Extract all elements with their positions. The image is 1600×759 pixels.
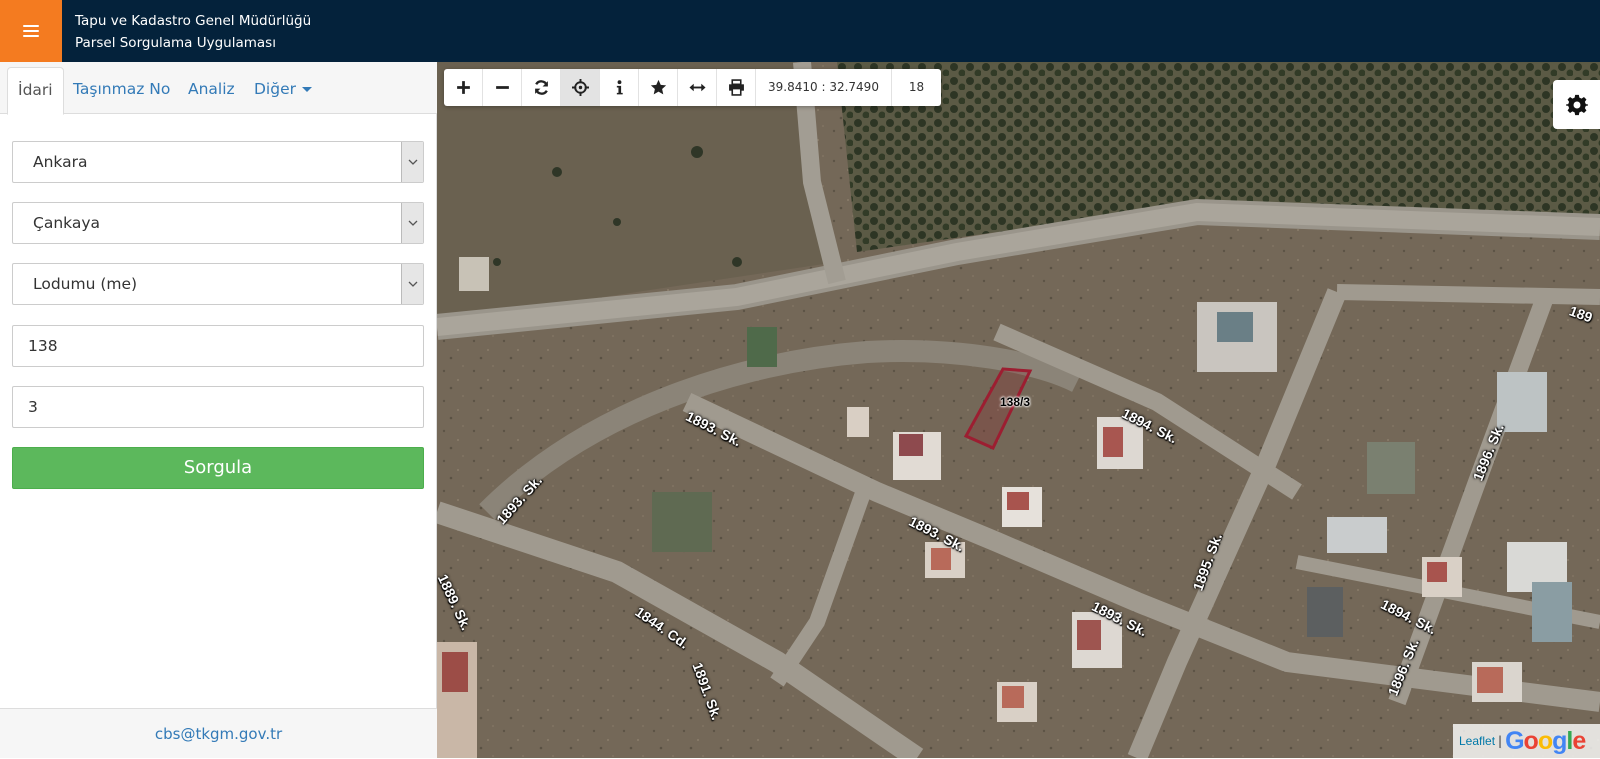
google-logo: Google bbox=[1505, 726, 1586, 755]
chevron-down-icon bbox=[401, 142, 423, 182]
satellite-imagery bbox=[437, 62, 1600, 758]
chevron-down-icon bbox=[401, 203, 423, 243]
chevron-down-icon bbox=[401, 264, 423, 304]
caret-down-icon bbox=[302, 87, 312, 92]
query-button[interactable]: Sorgula bbox=[12, 447, 424, 489]
zoom-level-display: 18 bbox=[908, 80, 925, 94]
tab-analiz[interactable]: Analiz bbox=[188, 67, 235, 115]
coordinate-display: 39.8410 : 32.7490 bbox=[756, 69, 892, 106]
app-header: Tapu ve Kadastro Genel Müdürlüğü Parsel … bbox=[0, 0, 1600, 62]
tab-diger-label: Diğer bbox=[254, 80, 296, 98]
app-title: Tapu ve Kadastro Genel Müdürlüğü Parsel … bbox=[75, 10, 311, 54]
parcel-label: 138/3 bbox=[1000, 395, 1031, 409]
block-no-value: 138 bbox=[28, 337, 58, 355]
tab-idari[interactable]: İdari bbox=[7, 67, 64, 115]
map-view[interactable]: 138/3 1893. Sk. 1893. Sk. 1893. Sk. 1893… bbox=[437, 62, 1600, 758]
print-icon bbox=[728, 79, 744, 96]
locate-button[interactable] bbox=[561, 69, 600, 106]
refresh-icon bbox=[534, 80, 548, 95]
province-value: Ankara bbox=[33, 153, 88, 171]
hamburger-icon bbox=[23, 25, 39, 37]
locate-icon bbox=[571, 79, 589, 96]
app-name: Parsel Sorgulama Uygulaması bbox=[75, 35, 276, 51]
tab-diger[interactable]: Diğer bbox=[254, 67, 312, 115]
province-select[interactable]: Ankara bbox=[12, 141, 424, 183]
measure-button[interactable] bbox=[678, 69, 717, 106]
info-button[interactable] bbox=[600, 69, 639, 106]
map-toolbar: 39.8410 : 32.7490 18 bbox=[444, 69, 941, 106]
menu-button[interactable] bbox=[0, 0, 62, 62]
measure-icon bbox=[688, 83, 706, 92]
sidebar: İdari Taşınmaz No Analiz Diğer Ankara Ça… bbox=[0, 62, 437, 758]
district-value: Çankaya bbox=[33, 214, 101, 232]
gear-icon bbox=[1565, 94, 1588, 115]
neighborhood-value: Lodumu (me) bbox=[33, 275, 138, 293]
print-button[interactable] bbox=[717, 69, 756, 106]
tab-tasinmaz-no[interactable]: Taşınmaz No bbox=[73, 67, 170, 115]
tab-bar: İdari Taşınmaz No Analiz Diğer bbox=[0, 62, 437, 115]
block-no-input[interactable]: 138 bbox=[12, 325, 424, 367]
contact-email-link[interactable]: cbs@tkgm.gov.tr bbox=[155, 725, 282, 743]
refresh-button[interactable] bbox=[522, 69, 561, 106]
star-icon bbox=[650, 79, 666, 95]
zoom-in-icon bbox=[456, 81, 470, 94]
settings-button[interactable] bbox=[1553, 80, 1600, 129]
neighborhood-select[interactable]: Lodumu (me) bbox=[12, 263, 424, 305]
map-attribution: Leaflet | Google bbox=[1453, 724, 1600, 758]
parcel-no-value: 3 bbox=[28, 398, 38, 416]
leaflet-link[interactable]: Leaflet bbox=[1459, 734, 1495, 748]
parcel-no-input[interactable]: 3 bbox=[12, 386, 424, 428]
org-name: Tapu ve Kadastro Genel Müdürlüğü bbox=[75, 13, 312, 29]
attribution-separator: | bbox=[1498, 734, 1503, 748]
district-select[interactable]: Çankaya bbox=[12, 202, 424, 244]
favorite-button[interactable] bbox=[639, 69, 678, 106]
zoom-in-button[interactable] bbox=[444, 69, 483, 106]
info-icon bbox=[616, 80, 623, 95]
zoom-out-icon bbox=[495, 86, 509, 89]
sidebar-footer: cbs@tkgm.gov.tr bbox=[0, 708, 437, 758]
zoom-out-button[interactable] bbox=[483, 69, 522, 106]
